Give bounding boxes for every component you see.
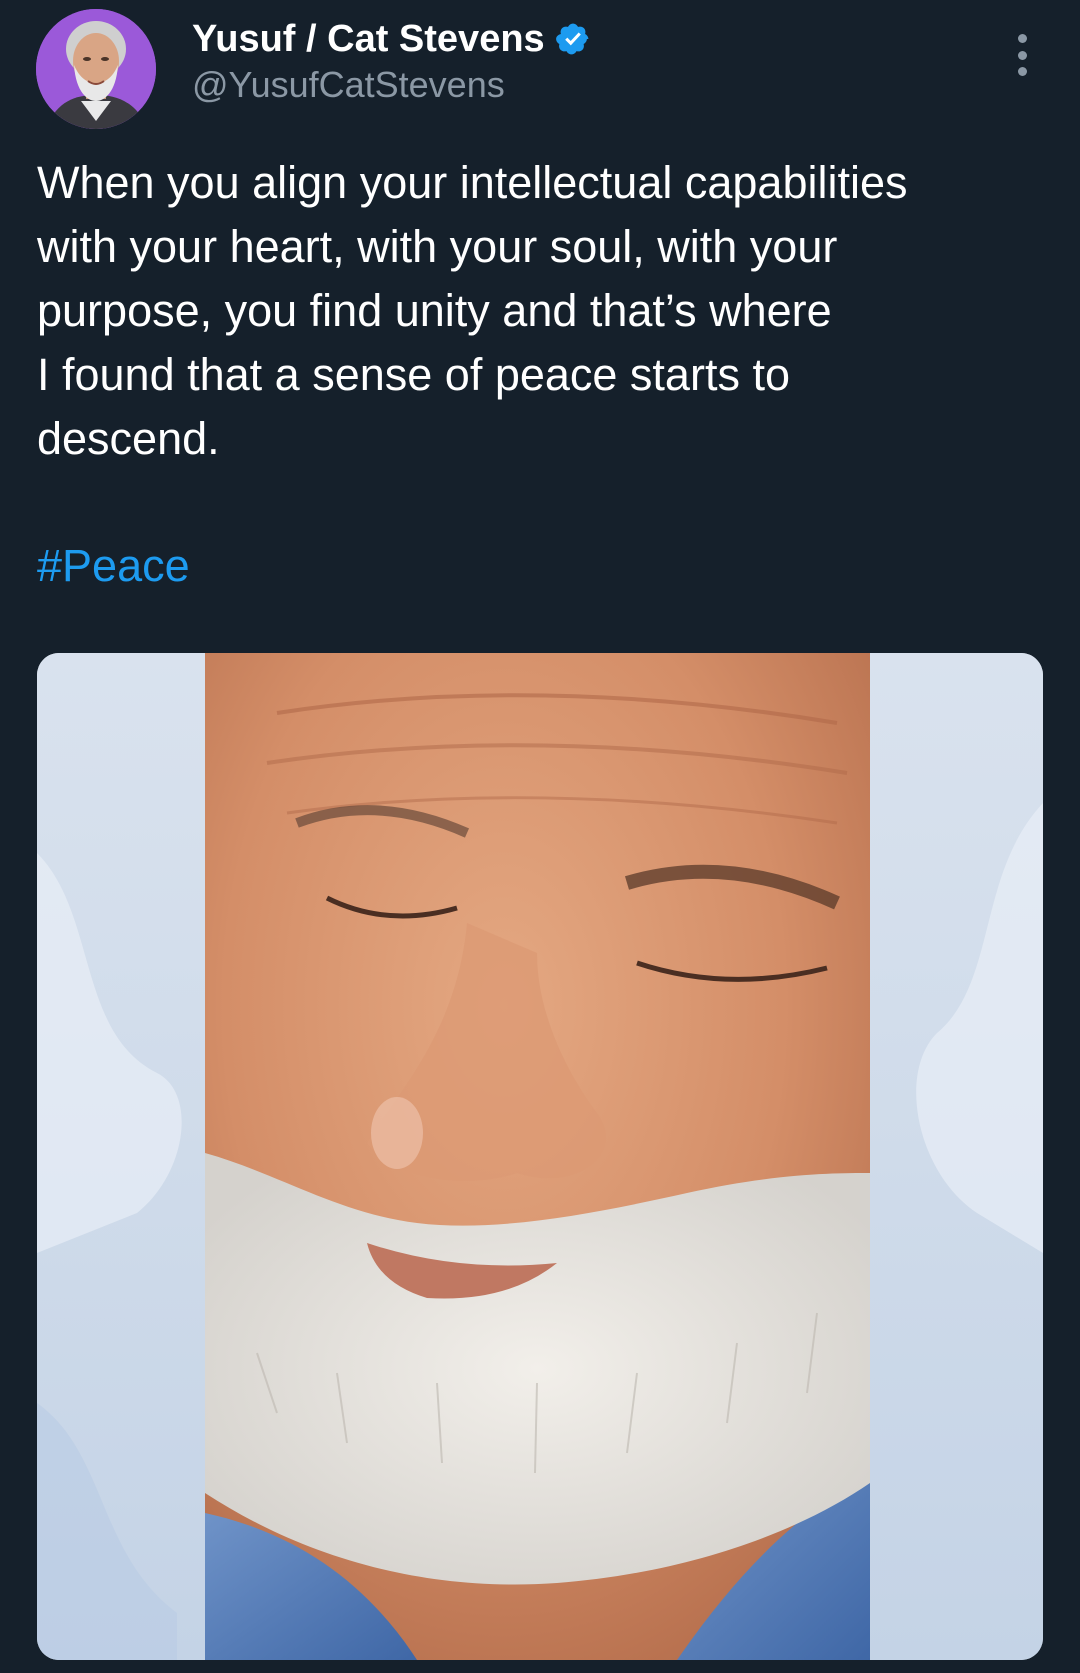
more-dot xyxy=(1017,34,1027,43)
tweet-header: Yusuf / Cat Stevens @YusufCatStevens xyxy=(0,0,1080,130)
author-name-row[interactable]: Yusuf / Cat Stevens xyxy=(192,14,591,64)
avatar-portrait-image xyxy=(36,9,156,129)
more-dot xyxy=(1017,50,1027,60)
hashtag-link[interactable]: #Peace xyxy=(37,534,190,598)
verified-badge-icon xyxy=(555,21,591,57)
more-dot xyxy=(1017,67,1027,76)
tweet-text: When you align your intellectual capabil… xyxy=(37,157,908,464)
author-avatar[interactable] xyxy=(36,9,156,129)
more-options-icon[interactable] xyxy=(1000,30,1044,80)
author-handle[interactable]: @YusufCatStevens xyxy=(192,64,505,106)
portrait-photo xyxy=(37,653,1043,1660)
author-display-name[interactable]: Yusuf / Cat Stevens xyxy=(192,18,545,61)
tweet-media-image[interactable] xyxy=(37,653,1043,1660)
